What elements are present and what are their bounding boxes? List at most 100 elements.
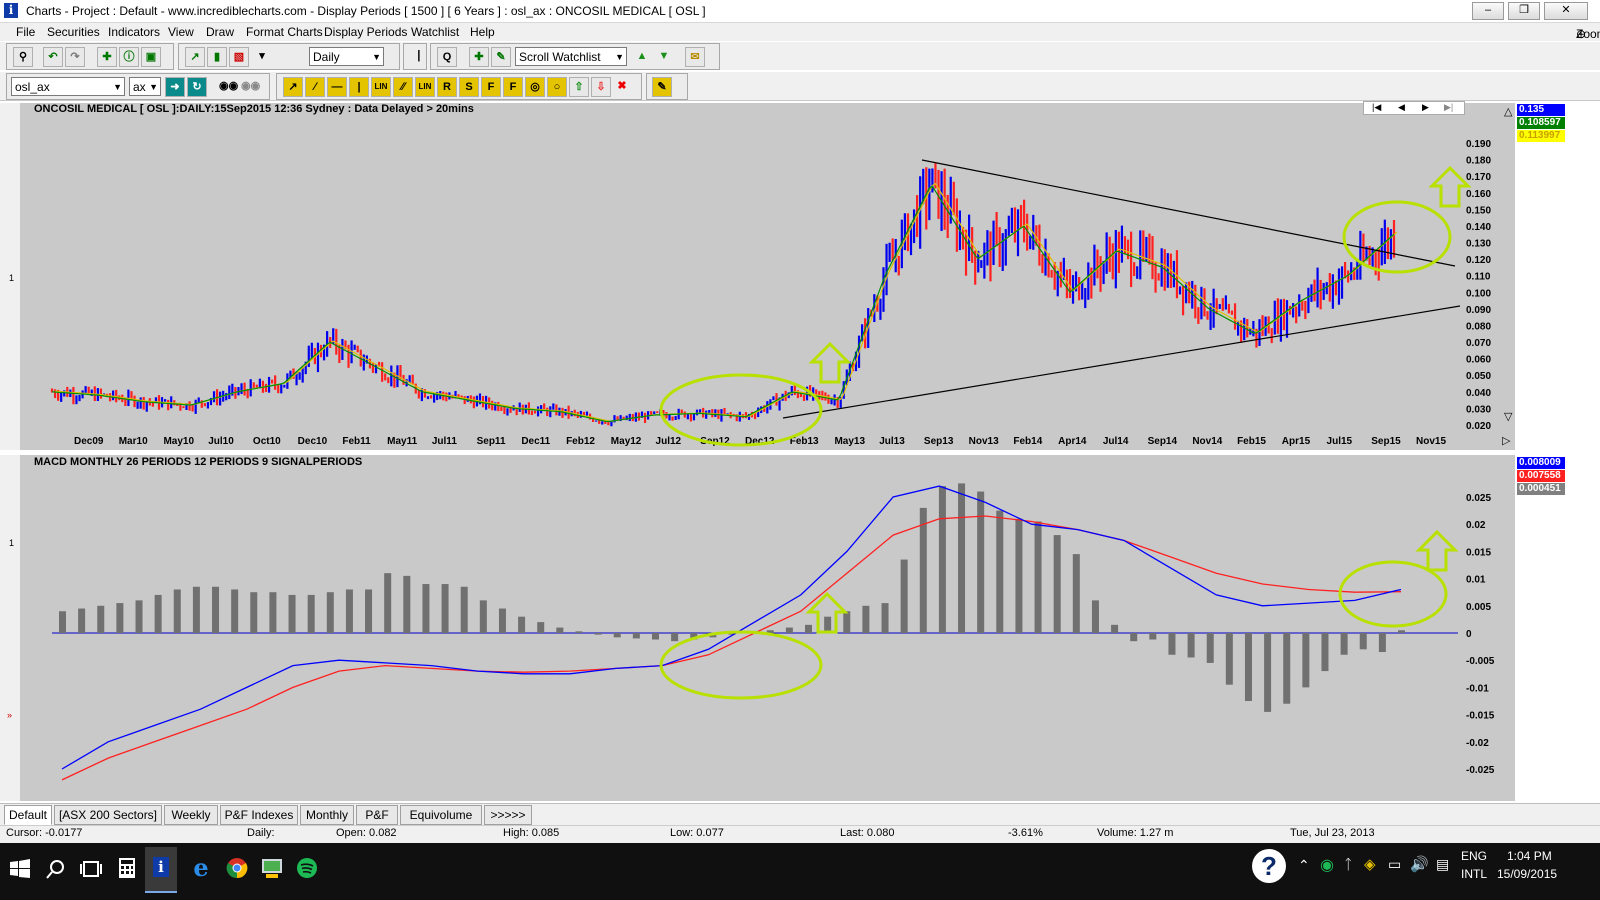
help-icon[interactable]: ? [1252,849,1286,883]
macd-histogram-bar [345,589,353,633]
fan-icon[interactable]: F [503,77,523,97]
speed-line-icon[interactable]: S [459,77,479,97]
macd-histogram-bar [326,592,334,633]
menu-view[interactable]: View [168,25,194,39]
delete-icon[interactable]: ✖ [613,77,631,95]
search-icon[interactable]: ⚲ [13,47,33,67]
annotation-up-arrow [808,341,852,384]
vertical-line-icon[interactable]: | [349,77,369,97]
quote-icon[interactable]: Q [437,47,457,67]
exchange-select[interactable]: ax ▼ [129,77,161,96]
compare-icon[interactable]: ◉◉ [241,77,260,95]
close-button[interactable]: ✕ [1544,2,1588,20]
tray-expand-icon[interactable]: ⌃ [1298,857,1310,874]
menu-indicators[interactable]: Indicators [108,25,160,39]
search-taskbar-icon[interactable] [46,859,66,879]
period-select[interactable]: Daily ▼ [309,47,384,66]
tab-equivolume[interactable]: Equivolume [400,805,482,825]
refresh-icon[interactable]: ↻ [187,77,207,97]
crosshair-icon[interactable]: ✚ [97,47,117,67]
internet-explorer-icon[interactable]: e [188,855,214,881]
language-eng[interactable]: ENG [1461,849,1487,863]
line-chart-icon[interactable]: ↗ [185,47,205,67]
menu-file[interactable]: File [16,25,35,39]
calculator-icon[interactable] [118,857,136,879]
tab-pf[interactable]: P&F [356,805,398,825]
macd-histogram-bar [1053,535,1061,633]
channel-icon[interactable]: ∕∕ [393,77,413,97]
network-app-icon[interactable] [260,857,284,879]
add-watchlist-icon[interactable]: ✚ [469,47,489,67]
language-intl[interactable]: INTL [1461,867,1487,881]
menu-securities[interactable]: Securities [47,25,100,39]
text-icon[interactable]: ○ [547,77,567,97]
menu-display-periods[interactable]: Display Periods [324,25,407,39]
menu-draw[interactable]: Draw [206,25,234,39]
clock-date[interactable]: 15/09/2015 [1497,867,1557,881]
trendline-icon[interactable]: ∕ [305,77,325,97]
notifications-icon[interactable]: ▤ [1436,856,1449,873]
incrediblecharts-taskbar-button[interactable]: i [145,847,177,893]
edit-watchlist-icon[interactable]: ✎ [491,47,511,67]
task-view-icon[interactable] [80,859,102,879]
tab-pf-indexes[interactable]: P&F Indexes [220,805,298,825]
price-chart[interactable]: 0.190 0.180 0.170 0.160 0.150 0.140 0.130 0.120… [0,103,1600,450]
network-icon[interactable]: ▭ [1388,856,1401,873]
log-regression-icon[interactable]: LIN [415,77,435,97]
undo-icon[interactable]: ↶ [43,47,63,67]
tab-monthly[interactable]: Monthly [300,805,354,825]
watchlist-select[interactable]: Scroll Watchlist ▼ [515,47,627,66]
sell-arrow-icon[interactable]: ⇩ [591,77,611,97]
chrome-icon[interactable] [226,857,248,879]
chart-type-dropdown-icon[interactable]: ▾ [253,47,271,65]
price-x-tick: Jul12 [656,436,682,447]
linear-regression-icon[interactable]: LIN [371,77,391,97]
macd-chart[interactable]: 0.025 0.02 0.015 0.01 0.005 0 -0.005 -0.01 -0.01… [0,455,1600,801]
minimize-button[interactable]: – [1472,2,1504,20]
price-x-tick: May13 [834,436,865,447]
volume-icon[interactable]: 🔊 [1410,855,1429,873]
go-icon[interactable]: ➜ [165,77,185,97]
windows-start-icon[interactable] [10,859,30,879]
symbol-input[interactable]: osl_ax ▼ [11,77,125,96]
toolbar-group-period: ↗ ▮ ▧ ▾ Daily ▼ [178,43,400,70]
retracement-icon[interactable]: R [437,77,457,97]
redo-icon[interactable]: ↷ [65,47,85,67]
spotify-icon[interactable] [296,857,318,879]
nav-prev-icon[interactable]: ◀ [1398,102,1405,113]
info-icon[interactable]: ⓘ [119,47,139,67]
maximize-button[interactable]: ❐ [1508,2,1540,20]
menu-help[interactable]: Help [470,25,495,39]
buy-arrow-icon[interactable]: ⇧ [569,77,589,97]
tool-icon[interactable]: ✎ [652,77,672,97]
tab-weekly[interactable]: Weekly [164,805,218,825]
cycle-icon[interactable]: ◎ [525,77,545,97]
scroll-up-icon[interactable]: ▲ [633,47,651,65]
bar-chart-icon[interactable]: ▮ [207,47,227,67]
tray-app-icon[interactable]: ◈ [1364,855,1376,873]
annotation-ellipse [659,630,823,700]
drawing-toolbar: osl_ax ▼ ax ▼ ➜ ↻ ◉◉ ◉◉ ↗ ∕ — | LIN ∕∕ LIN… [0,72,1600,101]
nav-last-icon[interactable]: ▶| [1444,102,1453,113]
binoculars-icon[interactable]: ◉◉ [219,77,238,95]
candle-icon[interactable]: ▧ [229,47,249,67]
clock-time[interactable]: 1:04 PM [1507,849,1552,863]
ohlc-icon[interactable]: ⎹ [405,47,423,65]
tab-asx-200-sectors[interactable]: [ASX 200 Sectors] [54,805,162,825]
scroll-down-icon[interactable]: ▼ [655,47,673,65]
bluetooth-icon[interactable]: ᛏ [1344,856,1352,872]
page-icon[interactable]: ▣ [141,47,161,67]
nav-first-icon[interactable]: |◀ [1372,102,1381,113]
menu-format-charts[interactable]: Format Charts [246,25,323,39]
horizontal-line-icon[interactable]: — [327,77,347,97]
email-icon[interactable]: ✉ [685,47,705,67]
macd-histogram-bar [307,594,315,633]
menu-watchlist[interactable]: Watchlist [411,25,459,39]
tab-default[interactable]: Default [4,805,52,825]
tab-more[interactable]: >>>>> [484,805,532,825]
nav-next-icon[interactable]: ▶ [1422,102,1429,113]
tray-spotify-icon[interactable]: ◉ [1320,855,1334,875]
pointer-icon[interactable]: ↗ [283,77,303,97]
macd-histogram-bar [1034,521,1042,633]
fibonacci-icon[interactable]: F [481,77,501,97]
